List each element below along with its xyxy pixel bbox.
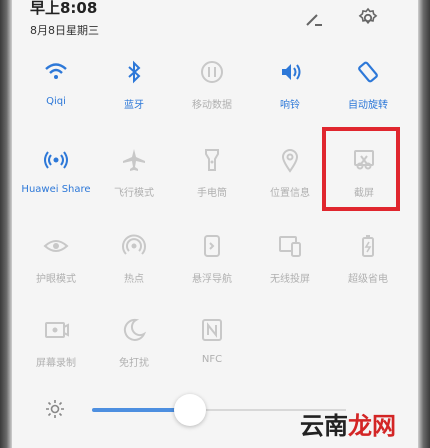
toggle-mobile-data[interactable]: 移动数据 [172, 58, 252, 128]
toggle-location[interactable]: 位置信息 [250, 146, 330, 216]
moon-icon [120, 316, 148, 344]
bluetooth-icon [120, 58, 148, 86]
toggle-bluetooth[interactable]: 蓝牙 [94, 58, 174, 128]
airplane-icon [120, 146, 148, 174]
toggle-screen-record[interactable]: 屏幕录制 [16, 316, 96, 386]
toggle-label: 免打扰 [119, 358, 149, 369]
hotspot-icon [120, 232, 148, 260]
toggle-power-saver[interactable]: 超级省电 [328, 232, 408, 302]
watermark-text-b: 龙网 [348, 411, 396, 440]
share-icon [42, 146, 70, 174]
toggle-label: Qiqi [46, 96, 66, 107]
toggle-sound[interactable]: 响铃 [250, 58, 330, 128]
battery-icon [354, 232, 382, 260]
watermark-text-a: 云南 [300, 411, 348, 440]
toggle-hotspot[interactable]: 热点 [94, 232, 174, 302]
toggle-label: 移动数据 [192, 100, 232, 111]
toggle-wifi[interactable]: Qiqi [16, 58, 96, 128]
toggle-label: 飞行模式 [114, 188, 154, 199]
nfc-icon [198, 316, 226, 344]
toggle-label: NFC [201, 354, 223, 365]
toggle-airplane[interactable]: 飞行模式 [94, 146, 174, 216]
gear-icon[interactable] [356, 6, 380, 30]
toggle-label: 屏幕录制 [36, 358, 76, 369]
screenshot-highlight-box [322, 127, 400, 211]
toggle-nfc[interactable]: NFC [172, 316, 252, 386]
mobile-data-icon [198, 58, 226, 86]
status-time: 早上8:08 [30, 0, 98, 17]
projection-icon [276, 232, 304, 260]
brightness-slider-thumb[interactable] [174, 394, 206, 426]
toggle-eye-comfort[interactable]: 护眼模式 [16, 232, 96, 302]
toggle-label: 无线投屏 [270, 274, 310, 285]
toggle-label: 响铃 [280, 100, 300, 111]
toggle-label: 护眼模式 [36, 274, 76, 285]
toggle-auto-rotate[interactable]: 自动旋转 [328, 58, 408, 128]
toggle-label: 悬浮导航 [192, 274, 232, 285]
toggle-huawei-share[interactable]: Huawei Share [16, 146, 96, 216]
device-bezel-left [0, 0, 12, 448]
flashlight-icon [198, 146, 226, 174]
device-bezel-right [418, 0, 430, 448]
screen-record-icon [42, 316, 70, 344]
pencil-icon[interactable] [302, 6, 326, 30]
status-date: 8月8日星期三 [30, 24, 99, 37]
brightness-slider-fill [92, 408, 178, 412]
watermark: 云南龙网 [300, 406, 396, 441]
location-pin-icon [276, 146, 304, 174]
toggle-label: 热点 [124, 274, 144, 285]
wifi-icon [42, 58, 70, 86]
eye-icon [42, 232, 70, 260]
toggle-flashlight[interactable]: 手电筒 [172, 146, 252, 216]
toggle-label: 手电筒 [197, 188, 227, 199]
toggle-do-not-disturb[interactable]: 免打扰 [94, 316, 174, 386]
floating-dock-icon [198, 232, 226, 260]
toggle-floating-dock[interactable]: 悬浮导航 [172, 232, 252, 302]
toggle-label: 蓝牙 [124, 100, 144, 111]
toggle-label: Huawei Share [21, 184, 91, 195]
toggle-label: 自动旋转 [348, 100, 388, 111]
toggle-label: 超级省电 [348, 274, 388, 285]
toggle-wireless-projection[interactable]: 无线投屏 [250, 232, 330, 302]
speaker-icon [276, 58, 304, 86]
sun-icon [44, 398, 66, 420]
rotate-icon [354, 58, 382, 86]
toggle-label: 位置信息 [270, 188, 310, 199]
